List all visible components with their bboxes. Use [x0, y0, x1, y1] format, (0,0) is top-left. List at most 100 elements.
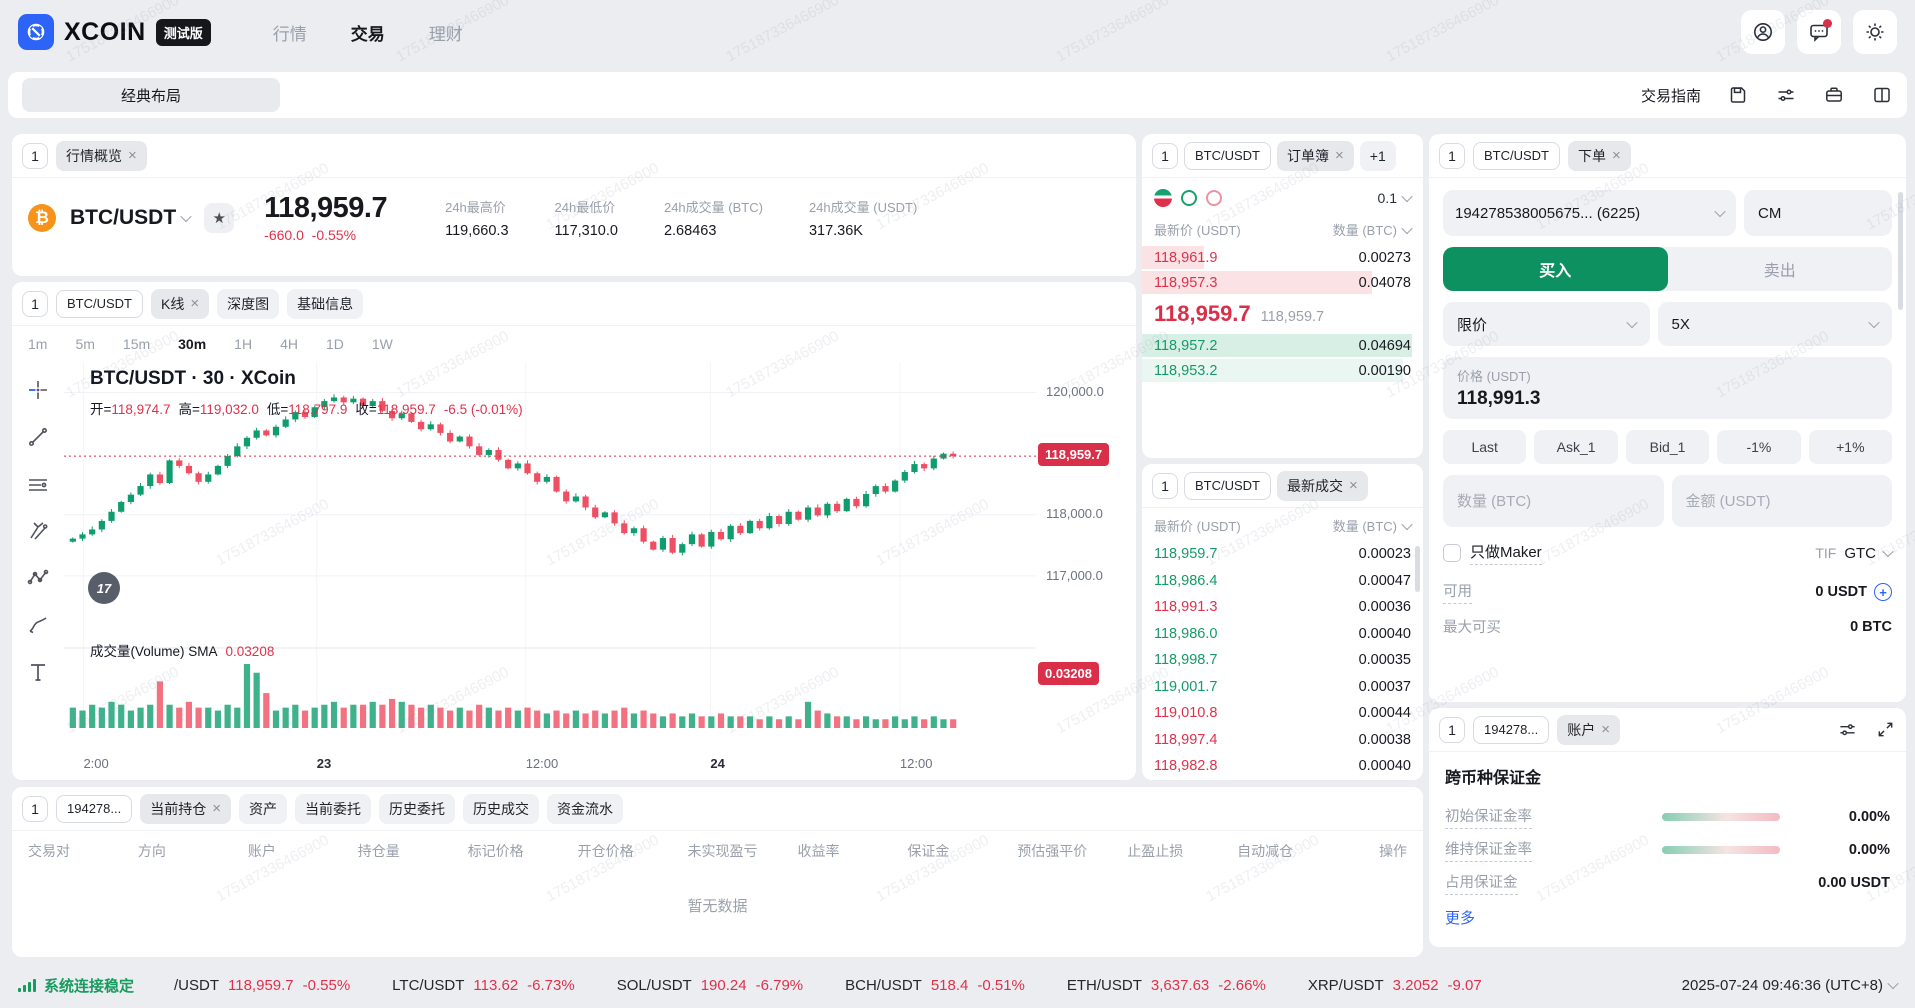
trade-row[interactable]: 118,982.80.00040 [1142, 753, 1423, 780]
crosshair-icon[interactable] [24, 376, 52, 404]
trade-row[interactable]: 118,959.70.00023 [1142, 541, 1423, 568]
account-type-field[interactable]: CM [1744, 190, 1892, 236]
tab-account[interactable]: 账户 × [1557, 715, 1620, 745]
close-icon[interactable]: × [1601, 721, 1610, 738]
mid-price-row[interactable]: 118,959.7 118,959.7 [1142, 295, 1423, 333]
save-layout-icon[interactable] [1727, 84, 1749, 106]
theme-button[interactable] [1853, 10, 1897, 54]
maker-only-checkbox[interactable] [1443, 544, 1461, 562]
chart-tab-K线[interactable]: K线× [151, 289, 209, 319]
server-time[interactable]: 2025-07-24 09:46:36 (UTC+8) [1682, 977, 1897, 994]
timeframe-15m[interactable]: 15m [123, 336, 150, 352]
ask-row[interactable]: 118,961.90.00273 [1142, 245, 1423, 270]
scrollbar[interactable] [1415, 546, 1420, 592]
tab-资金流水[interactable]: 资金流水 [547, 794, 623, 824]
text-tool-icon[interactable] [24, 658, 52, 686]
tab-当前委托[interactable]: 当前委托 [295, 794, 371, 824]
briefcase-icon[interactable] [1823, 84, 1845, 106]
maker-only-label[interactable]: 只做Maker [1470, 541, 1542, 565]
book-mode-asks-icon[interactable] [1206, 190, 1222, 206]
buy-button[interactable]: 买入 [1443, 247, 1668, 291]
menu-item-理财[interactable]: 理财 [429, 20, 463, 45]
pitchfork-icon[interactable] [24, 517, 52, 545]
sell-button[interactable]: 卖出 [1668, 247, 1893, 291]
close-icon[interactable]: × [212, 800, 221, 817]
quantity-input-box[interactable] [1443, 475, 1664, 527]
trade-row[interactable]: 119,010.80.00044 [1142, 700, 1423, 727]
timeframe-1H[interactable]: 1H [234, 336, 252, 352]
favorite-button[interactable]: ★ [204, 203, 234, 233]
tab-历史委托[interactable]: 历史委托 [379, 794, 455, 824]
messages-button[interactable] [1797, 10, 1841, 54]
book-mode-both-icon[interactable] [1154, 189, 1172, 207]
timeframe-1D[interactable]: 1D [326, 336, 344, 352]
tick-size-selector[interactable]: 0.1 [1378, 190, 1411, 206]
price-input[interactable]: 价格 (USDT) 118,991.3 [1443, 357, 1892, 419]
more-tabs-button[interactable]: +1 [1360, 141, 1396, 171]
ticker-item[interactable]: SOL/USDT190.24-6.79% [617, 977, 803, 994]
timeframe-1W[interactable]: 1W [372, 336, 393, 352]
more-link[interactable]: 更多 [1445, 907, 1475, 928]
account-settings-icon[interactable] [1836, 719, 1858, 741]
bid-row[interactable]: 118,953.20.00190 [1142, 358, 1423, 383]
close-icon[interactable]: × [128, 147, 137, 164]
pair-selector[interactable]: BTC/USDT [70, 206, 190, 230]
amount-input[interactable] [1686, 493, 1879, 510]
scrollbar[interactable] [1898, 192, 1903, 310]
ticker-item[interactable]: ETH/USDT3,637.63-2.66% [1067, 977, 1266, 994]
quick-button--1%[interactable]: -1% [1717, 430, 1800, 464]
close-icon[interactable]: × [1349, 477, 1358, 494]
order-type-select[interactable]: 限价 [1443, 302, 1650, 346]
chart-tab-深度图[interactable]: 深度图 [217, 289, 279, 319]
timeframe-30m[interactable]: 30m [178, 336, 206, 352]
menu-item-行情[interactable]: 行情 [273, 20, 307, 45]
tab-orderbook[interactable]: 订单簿 × [1277, 141, 1354, 171]
close-icon[interactable]: × [1335, 147, 1344, 164]
trading-guide-link[interactable]: 交易指南 [1641, 85, 1701, 106]
quick-button-+1%[interactable]: +1% [1809, 430, 1892, 464]
quick-button-Ask_1[interactable]: Ask_1 [1534, 430, 1617, 464]
close-icon[interactable]: × [1612, 147, 1621, 164]
tab-资产[interactable]: 资产 [239, 794, 287, 824]
horizontal-lines-icon[interactable] [24, 470, 52, 498]
ticker-item[interactable]: XRP/USDT3.2052-9.07 [1308, 977, 1482, 994]
trade-row[interactable]: 118,998.70.00035 [1142, 647, 1423, 674]
classic-layout-button[interactable]: 经典布局 [22, 78, 280, 112]
ticker-item[interactable]: BCH/USDT518.4-0.51% [845, 977, 1025, 994]
menu-item-交易[interactable]: 交易 [351, 20, 385, 45]
trade-row[interactable]: 119,001.70.00037 [1142, 674, 1423, 701]
profile-button[interactable] [1741, 10, 1785, 54]
close-icon[interactable]: × [190, 295, 199, 312]
trade-row[interactable]: 118,986.00.00040 [1142, 621, 1423, 648]
tif-select[interactable]: TIF GTC [1815, 545, 1892, 562]
timeframe-5m[interactable]: 5m [75, 336, 94, 352]
time-axis[interactable]: 2:002312:002412:00 [64, 756, 1036, 778]
ticker-item[interactable]: LTC/USDT113.62-6.73% [392, 977, 575, 994]
account-selector[interactable]: 194278538005675... (6225) [1443, 190, 1736, 236]
tab-market-overview[interactable]: 行情概览 × [56, 141, 147, 171]
bid-row[interactable]: 118,957.20.04694 [1142, 333, 1423, 358]
tab-recent-trades[interactable]: 最新成交 × [1277, 471, 1368, 501]
timeframe-4H[interactable]: 4H [280, 336, 298, 352]
chart-tab-基础信息[interactable]: 基础信息 [287, 289, 363, 319]
quick-button-Last[interactable]: Last [1443, 430, 1526, 464]
book-mode-bids-icon[interactable] [1181, 190, 1197, 206]
trade-row[interactable]: 118,991.30.00036 [1142, 594, 1423, 621]
trade-row[interactable]: 118,997.40.00038 [1142, 727, 1423, 754]
timeframe-1m[interactable]: 1m [28, 336, 47, 352]
candlestick-chart[interactable]: BTC/USDT · 30 · XCoin 开=118,974.7高=119,0… [64, 362, 1036, 754]
pattern-icon[interactable] [24, 564, 52, 592]
add-funds-icon[interactable]: + [1874, 583, 1892, 601]
ask-row[interactable]: 118,957.30.04078 [1142, 270, 1423, 295]
ticker-item[interactable]: /USDT118,959.7-0.55% [174, 977, 350, 994]
trade-row[interactable]: 118,986.40.00047 [1142, 568, 1423, 595]
tab-历史成交[interactable]: 历史成交 [463, 794, 539, 824]
layout-split-icon[interactable] [1871, 84, 1893, 106]
price-axis[interactable]: 120,000.0 118,000.0 117,000.0 118,959.7 … [1036, 362, 1136, 754]
brush-icon[interactable] [24, 611, 52, 639]
brand-logo[interactable]: XCOIN 测试版 [18, 14, 211, 50]
quick-button-Bid_1[interactable]: Bid_1 [1626, 430, 1709, 464]
tab-current-positions[interactable]: 当前持仓 × [140, 794, 231, 824]
expand-icon[interactable] [1874, 719, 1896, 741]
settings-sliders-icon[interactable] [1775, 84, 1797, 106]
